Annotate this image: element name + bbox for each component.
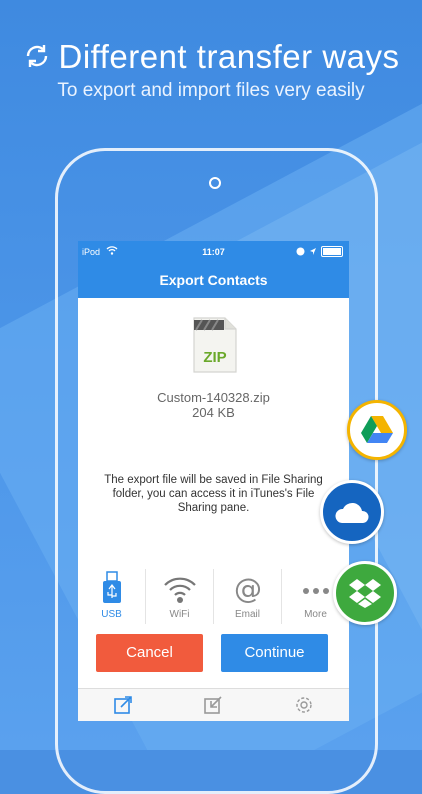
location-icon xyxy=(310,248,316,255)
sync-icon xyxy=(27,45,48,67)
method-wifi[interactable]: WiFi xyxy=(145,569,213,624)
svg-text:@: @ xyxy=(234,572,262,605)
file-name: Custom-140328.zip xyxy=(157,390,270,405)
google-drive-icon xyxy=(361,416,393,443)
status-right xyxy=(296,246,343,257)
method-label: Email xyxy=(234,609,260,620)
onedrive-icon xyxy=(335,502,369,523)
phone-camera xyxy=(209,177,221,189)
battery-icon xyxy=(321,246,343,257)
method-label: USB xyxy=(101,609,122,620)
headline: Different transfer ways xyxy=(0,38,422,76)
google-drive-button[interactable] xyxy=(347,400,407,460)
status-bar: iPod 11:07 xyxy=(78,241,349,263)
alarm-icon xyxy=(296,247,305,256)
subheadline: To export and import files very easily xyxy=(57,80,365,101)
cancel-button[interactable]: Cancel xyxy=(96,634,203,672)
transfer-methods: USB WiFi @ Email More xyxy=(78,569,349,624)
usb-icon xyxy=(102,571,121,603)
method-email[interactable]: @ Email xyxy=(213,569,281,624)
import-icon xyxy=(204,696,223,714)
export-icon xyxy=(114,696,132,714)
onedrive-button[interactable] xyxy=(320,480,384,544)
more-dots-icon xyxy=(302,588,329,594)
export-message: The export file will be saved in File Sh… xyxy=(104,474,323,514)
dropbox-icon xyxy=(349,579,381,608)
zip-file-label: ZIP xyxy=(203,349,227,366)
nav-title: Export Contacts xyxy=(78,263,349,298)
wifi-icon xyxy=(163,577,196,603)
file-size: 204 KB xyxy=(192,405,235,420)
continue-button[interactable]: Continue xyxy=(221,634,328,672)
tab-export[interactable] xyxy=(78,689,168,721)
phone-screen: iPod 11:07 Export Contacts ZIP Custom-14… xyxy=(78,241,349,721)
method-label: WiFi xyxy=(169,609,190,620)
method-usb[interactable]: USB xyxy=(78,569,145,624)
tab-settings[interactable] xyxy=(259,689,349,721)
settings-icon xyxy=(296,697,312,713)
tab-bar xyxy=(78,688,349,721)
headline-text: Different transfer ways xyxy=(58,38,400,75)
tab-import[interactable] xyxy=(168,689,258,721)
dropbox-button[interactable] xyxy=(333,561,397,625)
at-sign-icon: @ xyxy=(234,572,262,605)
